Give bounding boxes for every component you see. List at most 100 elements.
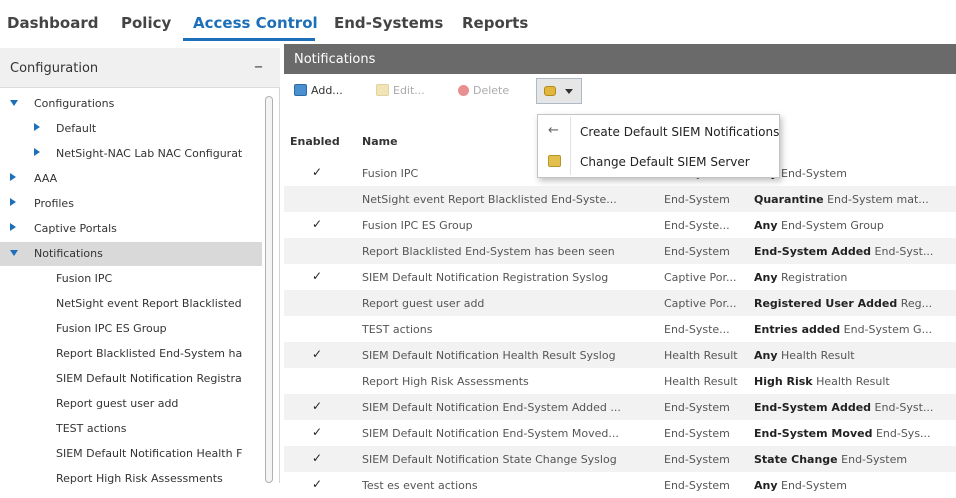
tree-item-notification[interactable]: Report Blacklisted End-System ha <box>0 342 262 366</box>
row-name: Test es event actions <box>362 479 478 492</box>
configuration-panel: Configuration – Configurations Default N… <box>0 48 280 485</box>
condition-detail: End-System mat... <box>823 193 929 206</box>
table-row[interactable]: ✓ Fusion IPC ES Group End-Syste... Any E… <box>284 212 956 238</box>
notifications-panel: Notifications Add... Edit... Delete Enab… <box>284 44 956 492</box>
table-row[interactable]: Report Blacklisted End-System has been s… <box>284 238 956 264</box>
row-type: End-System <box>664 427 730 440</box>
collapse-panel-button[interactable]: – <box>254 56 263 77</box>
expand-down-icon[interactable] <box>10 250 18 256</box>
row-type: Captive Por... <box>664 271 737 284</box>
add-button[interactable]: Add... <box>294 84 343 102</box>
table-row[interactable]: Report guest user add Captive Por... Reg… <box>284 290 956 316</box>
tree-scrollbar[interactable] <box>265 96 273 483</box>
row-condition: Registered User Added Reg... <box>754 297 956 310</box>
arrow-left-icon: ← <box>548 123 559 138</box>
expand-right-icon[interactable] <box>10 173 16 181</box>
row-name: SIEM Default Notification End-System Add… <box>362 401 621 414</box>
edit-button[interactable]: Edit... <box>376 84 425 102</box>
condition-keyword: Any <box>754 219 778 232</box>
delete-button[interactable]: Delete <box>458 84 509 102</box>
menu-item-label: Change Default SIEM Server <box>580 155 750 169</box>
tree-item-notification[interactable]: TEST actions <box>0 417 262 441</box>
tab-policy[interactable]: Policy <box>121 14 171 32</box>
table-row[interactable]: ✓ Test es event actions End-System Any E… <box>284 472 956 498</box>
row-condition: State Change End-System <box>754 453 956 466</box>
tree-item-notification[interactable]: Fusion IPC <box>0 267 262 291</box>
create-default-siem-notifications-item[interactable]: ← Create Default SIEM Notifications <box>538 117 779 147</box>
actions-dropdown-menu: ← Create Default SIEM Notifications Chan… <box>537 114 780 178</box>
row-condition: Any Health Result <box>754 349 956 362</box>
tree-item-notification[interactable]: SIEM Default Notification Registra <box>0 367 262 391</box>
tree-item-notification[interactable]: Fusion IPC ES Group <box>0 317 262 341</box>
table-row[interactable]: ✓ SIEM Default Notification State Change… <box>284 446 956 472</box>
tab-end-systems[interactable]: End-Systems <box>334 14 443 32</box>
row-name: SIEM Default Notification Health Result … <box>362 349 616 362</box>
table-row[interactable]: Report High Risk Assessments Health Resu… <box>284 368 956 394</box>
tree-item-label: Notifications <box>34 247 103 260</box>
tree-item-label: Fusion IPC <box>56 272 113 285</box>
condition-detail: Health Result <box>777 349 855 362</box>
tree-item-profiles[interactable]: Profiles <box>0 192 262 216</box>
row-condition: End-System Added End-Syst... <box>754 401 956 414</box>
gear-icon <box>544 86 556 96</box>
row-name: SIEM Default Notification Registration S… <box>362 271 609 284</box>
tree-item-notifications[interactable]: Notifications <box>0 242 262 266</box>
row-condition: Entries added End-System G... <box>754 323 956 336</box>
delete-label: Delete <box>473 84 510 97</box>
tab-reports[interactable]: Reports <box>462 14 528 32</box>
expand-down-icon[interactable] <box>10 100 18 106</box>
chevron-down-icon <box>565 89 573 94</box>
condition-keyword: Registered User Added <box>754 297 898 310</box>
enabled-check-icon: ✓ <box>312 425 323 439</box>
table-row[interactable]: ✓ SIEM Default Notification End-System M… <box>284 420 956 446</box>
row-condition: High Risk Health Result <box>754 375 956 388</box>
tree-item-netsight-nac-lab[interactable]: NetSight-NAC Lab NAC Configurat <box>0 142 262 166</box>
condition-keyword: Any <box>754 479 778 492</box>
tab-access-control[interactable]: Access Control <box>193 14 318 32</box>
tree-item-notification[interactable]: Report guest user add <box>0 392 262 416</box>
tree-item-aaa[interactable]: AAA <box>0 167 262 191</box>
row-name: Report Blacklisted End-System has been s… <box>362 245 615 258</box>
row-type: End-Syste... <box>664 323 730 336</box>
expand-right-icon[interactable] <box>34 123 40 131</box>
tab-dashboard[interactable]: Dashboard <box>7 14 98 32</box>
condition-keyword: End-System Added <box>754 401 872 414</box>
row-condition: Any Registration <box>754 271 956 284</box>
table-row[interactable]: ✓ SIEM Default Notification End-System A… <box>284 394 956 420</box>
table-row[interactable]: ✓ SIEM Default Notification Health Resul… <box>284 342 956 368</box>
tree-item-label: SIEM Default Notification Registra <box>56 372 242 385</box>
row-type: End-System <box>664 193 730 206</box>
tree-item-label: TEST actions <box>56 422 127 435</box>
tree-item-label: Default <box>56 122 97 135</box>
enabled-check-icon: ✓ <box>312 269 323 283</box>
condition-detail: End-System <box>837 453 908 466</box>
condition-detail: End-System <box>777 167 847 180</box>
tree-item-label: NetSight event Report Blacklisted <box>56 297 242 310</box>
column-enabled[interactable]: Enabled <box>290 135 340 148</box>
configuration-panel-header: Configuration – <box>0 48 280 88</box>
row-name: Report guest user add <box>362 297 485 310</box>
change-default-siem-server-item[interactable]: Change Default SIEM Server <box>538 147 779 177</box>
table-row[interactable]: NetSight event Report Blacklisted End-Sy… <box>284 186 956 212</box>
tree-item-notification[interactable]: SIEM Default Notification Health F <box>0 442 262 466</box>
tree-item-label: AAA <box>34 172 58 185</box>
condition-detail: End-Syst... <box>871 245 934 258</box>
row-condition: End-System Moved End-Sys... <box>754 427 956 440</box>
tree-item-captive-portals[interactable]: Captive Portals <box>0 217 262 241</box>
tree-item-notification[interactable]: Report High Risk Assessments <box>0 467 262 491</box>
expand-right-icon[interactable] <box>34 148 40 156</box>
table-row[interactable]: TEST actions End-Syste... Entries added … <box>284 316 956 342</box>
column-name[interactable]: Name <box>362 135 398 148</box>
row-type: End-System <box>664 479 730 492</box>
tree-item-notification[interactable]: NetSight event Report Blacklisted <box>0 292 262 316</box>
expand-right-icon[interactable] <box>10 198 16 206</box>
tree-item-configurations[interactable]: Configurations <box>0 92 262 116</box>
expand-right-icon[interactable] <box>10 223 16 231</box>
server-icon <box>548 155 561 167</box>
table-row[interactable]: ✓ SIEM Default Notification Registration… <box>284 264 956 290</box>
condition-detail: End-System Group <box>777 219 884 232</box>
condition-detail: End-Syst... <box>871 401 934 414</box>
row-type: Health Result <box>664 349 738 362</box>
actions-menu-button[interactable] <box>536 78 582 104</box>
tree-item-default[interactable]: Default <box>0 117 262 141</box>
